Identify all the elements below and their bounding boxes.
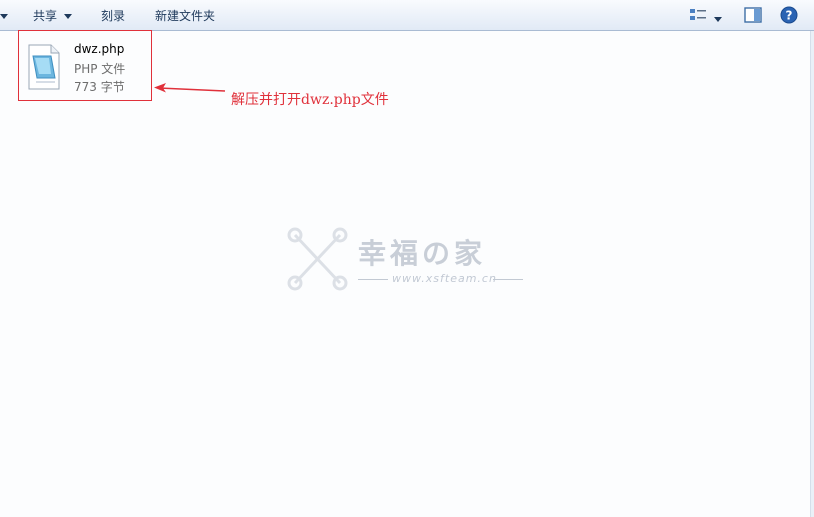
watermark-url: www.xsfteam.cn bbox=[392, 272, 497, 285]
new-folder-button[interactable]: 新建文件夹 bbox=[155, 8, 215, 24]
share-button[interactable]: 共享 bbox=[33, 8, 72, 24]
watermark-title: 幸福の家 bbox=[358, 237, 487, 270]
menu-dropdown-arrow[interactable] bbox=[0, 8, 8, 24]
view-dropdown-arrow[interactable] bbox=[714, 12, 722, 26]
svg-text:?: ? bbox=[786, 9, 793, 23]
burn-button[interactable]: 刻录 bbox=[101, 8, 125, 24]
chevron-down-icon bbox=[714, 17, 722, 22]
annotation-text: 解压并打开dwz.php文件 bbox=[231, 92, 389, 108]
view-icon bbox=[690, 9, 706, 20]
command-bar: 共享 刻录 新建文件夹 ? bbox=[0, 0, 814, 31]
chevron-down-icon bbox=[0, 14, 8, 19]
preview-pane-button[interactable] bbox=[744, 7, 762, 26]
view-options-button[interactable] bbox=[689, 7, 707, 26]
chevron-down-icon bbox=[63, 14, 72, 19]
scrollbar-track[interactable] bbox=[810, 31, 814, 517]
highlight-box bbox=[18, 30, 152, 101]
preview-pane-icon bbox=[744, 7, 762, 23]
annotation-arrow-icon bbox=[154, 83, 226, 93]
watermark-divider bbox=[358, 279, 388, 280]
share-label: 共享 bbox=[33, 9, 58, 23]
help-icon: ? bbox=[780, 6, 798, 24]
help-button[interactable]: ? bbox=[780, 6, 798, 27]
watermark-divider bbox=[493, 279, 523, 280]
